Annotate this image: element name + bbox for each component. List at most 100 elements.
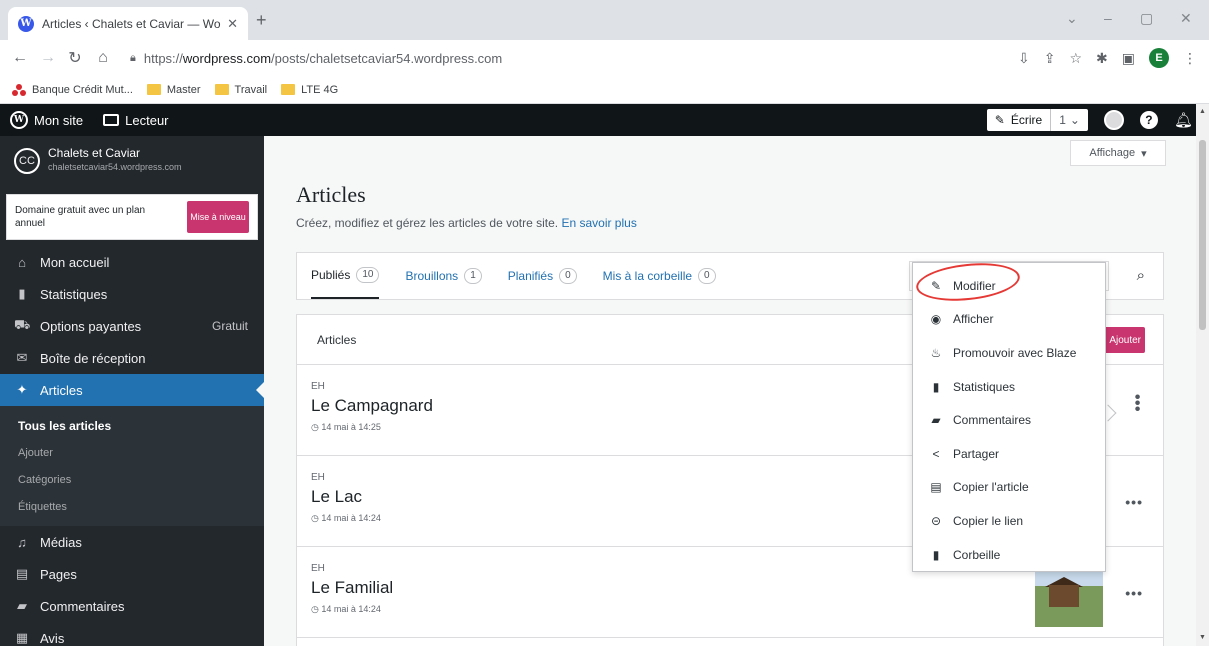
- help-icon[interactable]: ?: [1139, 111, 1158, 129]
- menu-item-view[interactable]: ◉ Afficher: [913, 303, 1105, 337]
- url-input[interactable]: 🔒︎ https:// wordpress.com /posts/chalets…: [124, 44, 1008, 72]
- menu-item-copy-link[interactable]: ⊝ Copier le lien: [913, 504, 1105, 538]
- upgrade-text: Domaine gratuit avec un plan annuel: [15, 205, 146, 229]
- chevron-down-icon[interactable]: ⌄: [1066, 10, 1078, 27]
- menu-item-share[interactable]: < Partager: [913, 437, 1105, 471]
- close-window-icon[interactable]: ✕: [1180, 10, 1192, 27]
- subtitle-text: Créez, modifiez et gérez les articles de…: [296, 216, 559, 230]
- sidebar-item-label: Statistiques: [40, 286, 108, 302]
- reader-link[interactable]: Lecteur: [103, 113, 169, 128]
- write-count-dropdown[interactable]: 1 ⌄: [1051, 113, 1088, 127]
- site-logo: CC: [14, 148, 40, 174]
- menu-item-label: Corbeille: [953, 547, 1001, 562]
- more-horizontal-icon[interactable]: •••: [1125, 585, 1143, 601]
- bar-chart-icon: ▮: [932, 379, 940, 394]
- more-horizontal-icon[interactable]: •••: [1125, 494, 1143, 510]
- menu-item-promote[interactable]: ♨ Promouvoir avec Blaze: [913, 336, 1105, 370]
- url-path: /posts/chaletsetcaviar54.wordpress.com: [271, 50, 503, 66]
- write-count: 1: [1059, 113, 1066, 127]
- tab-published[interactable]: Publiés 10: [311, 253, 380, 299]
- clock-icon: ◷: [311, 513, 322, 523]
- folder-icon: [146, 84, 161, 95]
- sidebar-item-stats[interactable]: ▮ Statistiques: [0, 278, 264, 310]
- bookmark-label: Master: [166, 83, 201, 96]
- home-icon[interactable]: ⌂: [96, 49, 110, 67]
- user-avatar[interactable]: [1103, 110, 1124, 130]
- forward-arrow-icon[interactable]: →: [40, 49, 56, 67]
- bar-chart-icon: ▮: [18, 286, 26, 301]
- pin-icon: ✦: [16, 382, 28, 397]
- bookmark-lte[interactable]: LTE 4G: [281, 84, 338, 96]
- sidebar-item-pages[interactable]: ▤ Pages: [0, 558, 264, 590]
- tab-count: 0: [559, 268, 577, 284]
- scroll-down-icon[interactable]: ▼: [1199, 634, 1206, 641]
- sidebar-item-media[interactable]: ♫ Médias: [0, 526, 264, 558]
- minimize-icon[interactable]: –: [1104, 10, 1112, 26]
- upgrade-banner[interactable]: Domaine gratuit avec un plan annuel Mise…: [6, 194, 258, 240]
- bell-icon[interactable]: 🔔︎: [1174, 111, 1193, 129]
- sidebar-item-reviews[interactable]: ▦ Avis: [0, 622, 264, 646]
- comment-icon: ▰: [931, 413, 941, 428]
- menu-item-trash[interactable]: ▮ Corbeille: [913, 538, 1105, 572]
- view-button[interactable]: Affichage ▾: [1070, 140, 1166, 166]
- write-button[interactable]: ✎ Écrire 1 ⌄: [986, 109, 1088, 131]
- sidebar-item-paid-options[interactable]: ⛟ Options payantes Gratuit: [0, 310, 264, 342]
- menu-item-stats[interactable]: ▮ Statistiques: [913, 370, 1105, 404]
- bookmark-bank[interactable]: Banque Crédit Mut...: [12, 83, 133, 96]
- sidebar-item-articles[interactable]: ✦ Articles: [0, 374, 264, 406]
- search-icon[interactable]: ⌕: [1137, 267, 1145, 284]
- learn-more-link[interactable]: En savoir plus: [561, 216, 636, 230]
- profile-avatar[interactable]: E: [1149, 48, 1169, 68]
- menu-item-copy-post[interactable]: ▤ Copier l'article: [913, 471, 1105, 505]
- wordpress-logo-icon: W: [10, 111, 28, 129]
- menu-dots-icon[interactable]: ⋮: [1183, 50, 1197, 67]
- home-icon: ⌂: [18, 254, 26, 270]
- tab-trash[interactable]: Mis à la corbeille 0: [603, 253, 716, 299]
- browser-tabbar: W Articles ‹ Chalets et Caviar — Wo ✕ + …: [0, 0, 1209, 40]
- submenu-add[interactable]: Ajouter: [0, 439, 264, 466]
- pen-icon: ✎: [994, 113, 1005, 127]
- submenu-all-articles[interactable]: Tous les articles: [0, 412, 264, 439]
- bank-logo-icon: [12, 83, 26, 96]
- bookmark-travail[interactable]: Travail: [214, 84, 267, 96]
- menu-item-label: Copier le lien: [953, 513, 1024, 528]
- install-icon[interactable]: ⇩: [1018, 50, 1030, 67]
- new-tab-button[interactable]: +: [256, 10, 267, 31]
- sidepanel-icon[interactable]: ▣: [1122, 50, 1135, 67]
- my-site-link[interactable]: W Mon site: [10, 111, 83, 129]
- upgrade-button[interactable]: Mise à niveau: [187, 201, 249, 233]
- clock-icon: ◷: [311, 422, 322, 432]
- sidebar-item-label: Options payantes: [40, 318, 142, 334]
- reload-icon[interactable]: ↻: [68, 48, 82, 68]
- scroll-thumb[interactable]: [1199, 140, 1206, 330]
- page-scrollbar[interactable]: ▲ ▼: [1196, 104, 1209, 646]
- free-badge: Gratuit: [211, 319, 248, 333]
- eye-icon: ◉: [930, 312, 942, 327]
- cart-icon: ⛟: [14, 317, 31, 332]
- share-icon[interactable]: ⇪: [1044, 50, 1056, 67]
- sidebar-item-comments[interactable]: ▰ Commentaires: [0, 590, 264, 622]
- sidebar-item-inbox[interactable]: ✉ Boîte de réception: [0, 342, 264, 374]
- tab-scheduled[interactable]: Planifiés 0: [508, 253, 577, 299]
- maximize-icon[interactable]: ▢: [1140, 10, 1153, 27]
- menu-item-edit[interactable]: ✎ Modifier: [913, 269, 1105, 303]
- submenu-tags[interactable]: Étiquettes: [0, 493, 264, 520]
- scroll-up-icon[interactable]: ▲: [1199, 108, 1206, 115]
- star-icon[interactable]: ☆: [1069, 50, 1082, 67]
- extensions-icon[interactable]: ✱: [1096, 50, 1108, 67]
- menu-item-comments[interactable]: ▰ Commentaires: [913, 403, 1105, 437]
- back-arrow-icon[interactable]: ←: [12, 49, 28, 67]
- submenu-categories[interactable]: Catégories: [0, 466, 264, 493]
- folder-icon: [281, 84, 296, 95]
- more-vertical-icon[interactable]: • • •: [1133, 390, 1143, 418]
- post-actions-menu: ✎ Modifier ◉ Afficher ♨ Promouvoir avec Bla…: [912, 262, 1106, 572]
- close-tab-icon[interactable]: ✕: [227, 16, 238, 32]
- site-card[interactable]: CC Chalets et Caviar chaletsetcaviar54.w…: [0, 136, 264, 188]
- browser-tab[interactable]: W Articles ‹ Chalets et Caviar — Wo ✕: [8, 7, 248, 40]
- tab-count: 10: [356, 267, 380, 283]
- pages-icon: ▤: [15, 566, 29, 581]
- sidebar-item-home[interactable]: ⌂ Mon accueil: [0, 246, 264, 278]
- bookmark-master[interactable]: Master: [146, 83, 201, 96]
- tab-drafts[interactable]: Brouillons 1: [405, 253, 482, 299]
- post-date-text: 14 mai à 14:24: [321, 513, 381, 523]
